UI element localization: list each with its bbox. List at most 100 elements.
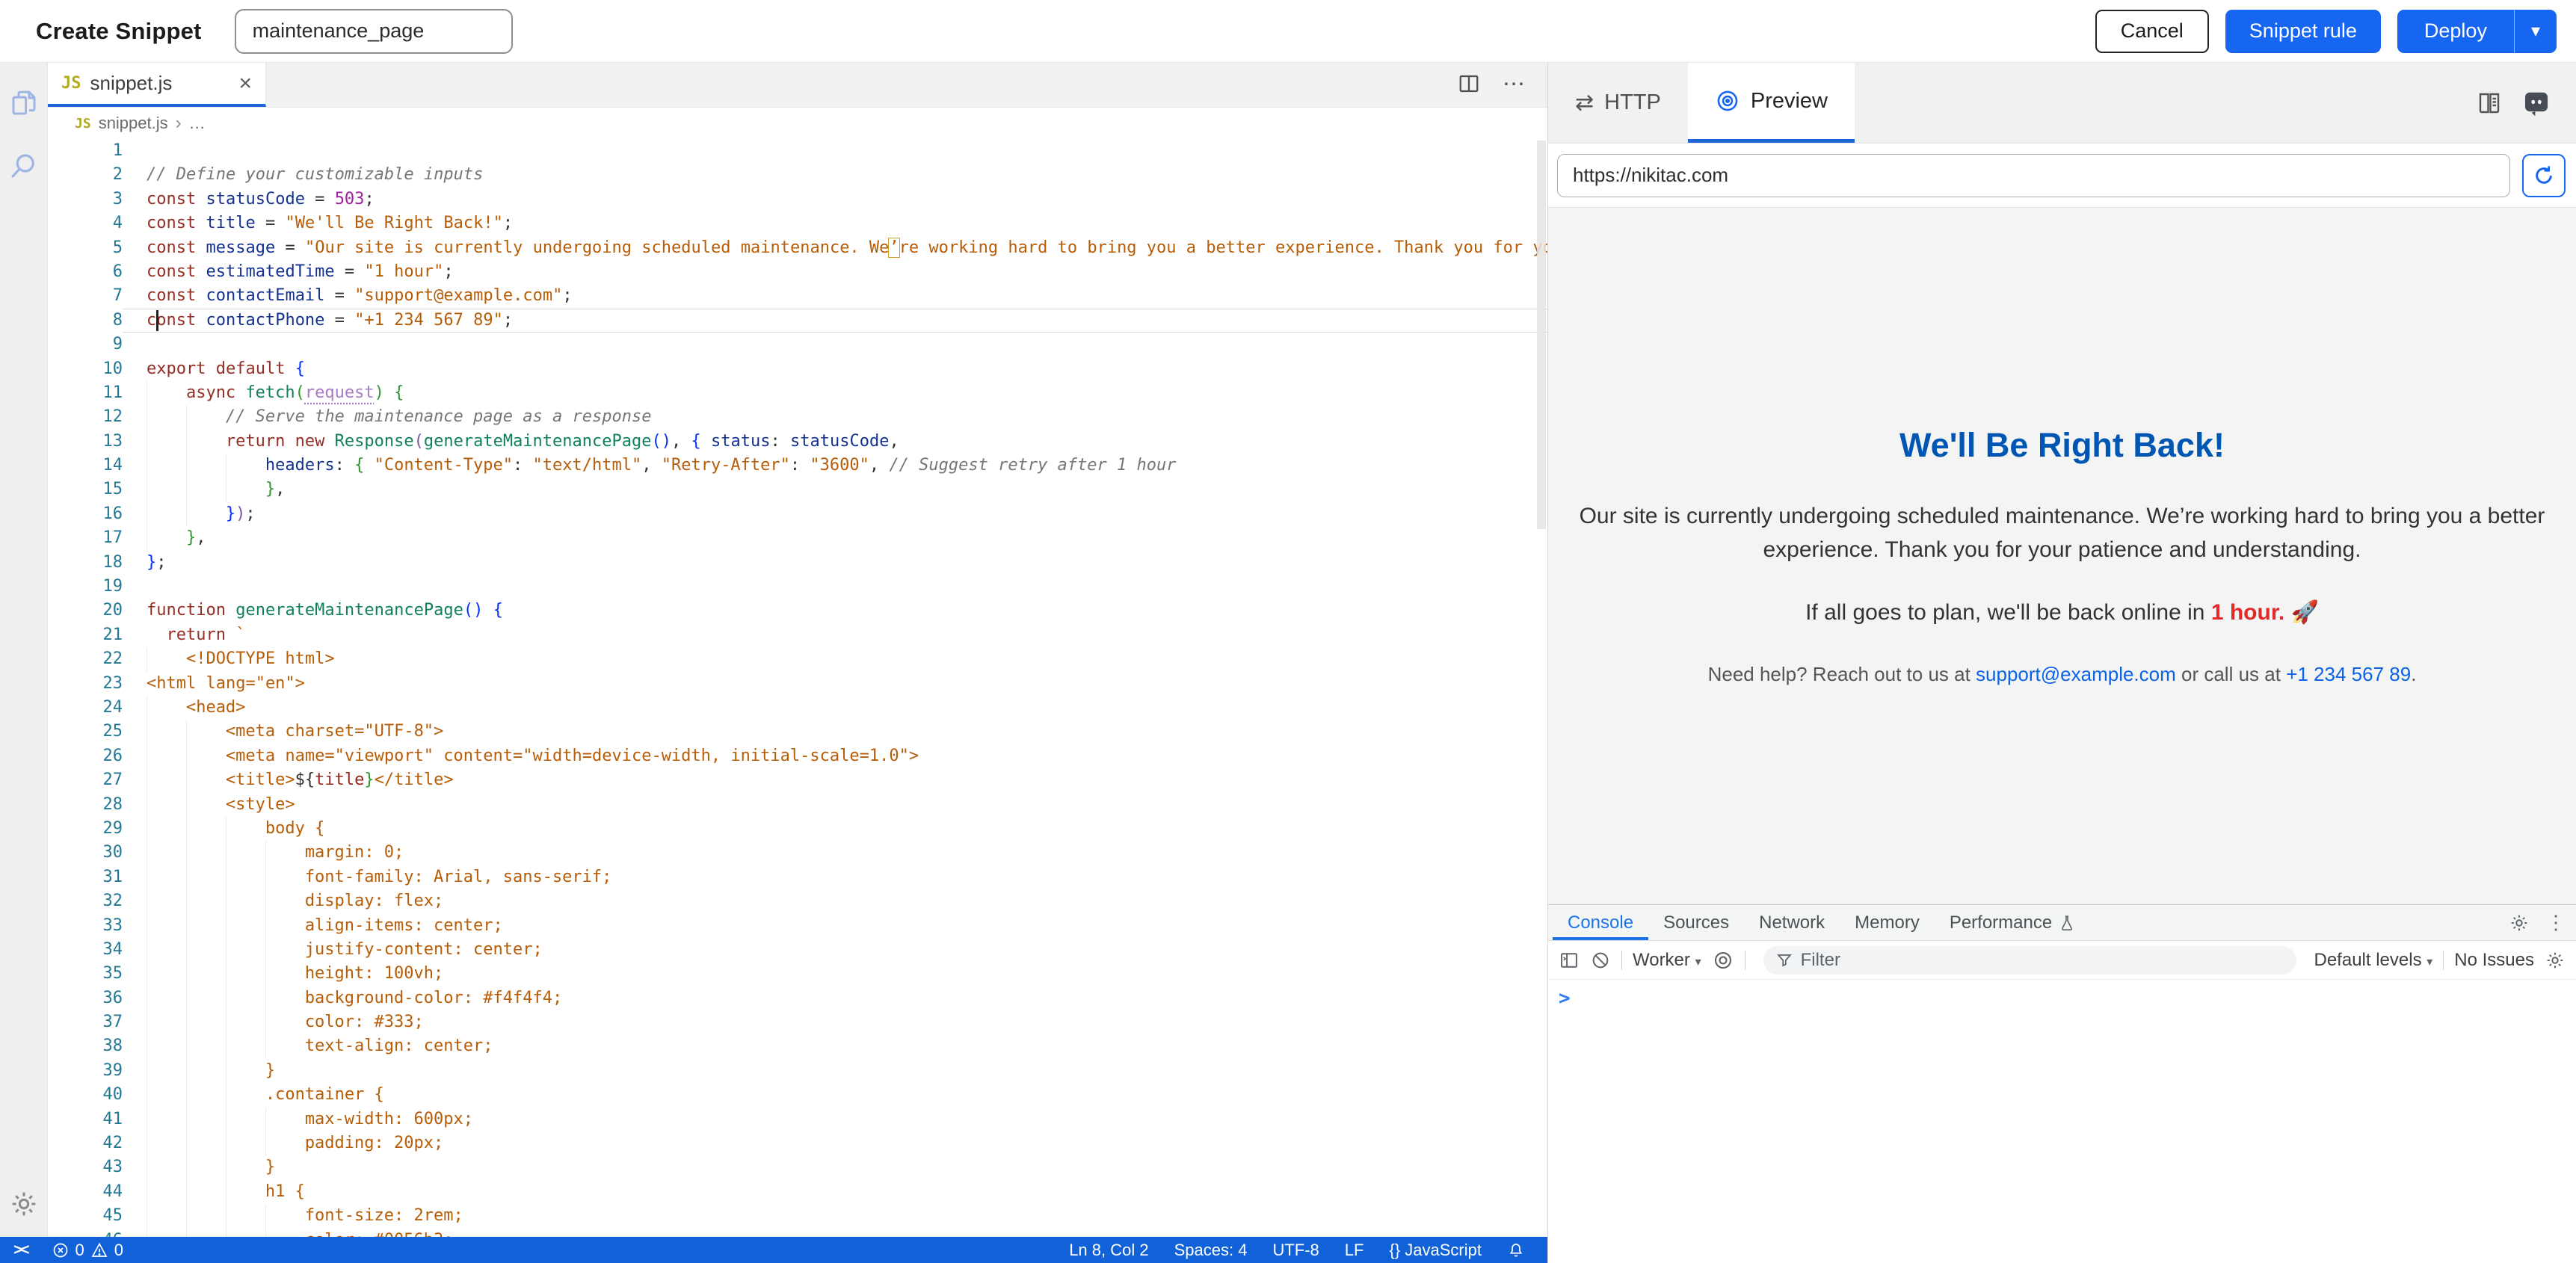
code-line[interactable]: 11async fetch(request) {: [48, 381, 1547, 405]
console-prompt-chevron[interactable]: >: [1559, 987, 1571, 1010]
code-line[interactable]: 39}: [48, 1059, 1547, 1083]
code-line[interactable]: 26<meta name="viewport" content="width=d…: [48, 744, 1547, 768]
breadcrumb-more[interactable]: …: [189, 114, 206, 133]
language-mode[interactable]: {} JavaScript: [1389, 1241, 1482, 1260]
files-icon[interactable]: [0, 79, 48, 127]
docs-book-icon[interactable]: [2476, 90, 2503, 117]
refresh-button[interactable]: [2522, 154, 2566, 197]
code-line[interactable]: 27<title>${title}</title>: [48, 768, 1547, 792]
search-icon[interactable]: [0, 142, 48, 190]
snippet-rule-button[interactable]: Snippet rule: [2225, 10, 2381, 53]
console-output[interactable]: >: [1548, 980, 2576, 1263]
code-line[interactable]: 38text-align: center;: [48, 1034, 1547, 1058]
code-line[interactable]: 41max-width: 600px;: [48, 1108, 1547, 1131]
code-line[interactable]: 35height: 100vh;: [48, 962, 1547, 986]
support-phone-link[interactable]: +1 234 567 89: [2286, 663, 2411, 685]
code-line[interactable]: 14headers: { "Content-Type": "text/html"…: [48, 454, 1547, 478]
code-line[interactable]: 24<head>: [48, 696, 1547, 720]
code-line[interactable]: 22<!DOCTYPE html>: [48, 647, 1547, 671]
breadcrumb[interactable]: JS snippet.js › …: [48, 108, 1547, 139]
devtools-tab-memory[interactable]: Memory: [1840, 905, 1935, 940]
code-line[interactable]: 23<html lang="en">: [48, 672, 1547, 696]
code-line[interactable]: 12// Serve the maintenance page as a res…: [48, 405, 1547, 429]
code-line[interactable]: 31font-family: Arial, sans-serif;: [48, 865, 1547, 889]
code-line[interactable]: 34justify-content: center;: [48, 938, 1547, 962]
code-line[interactable]: 7const contactEmail = "support@example.c…: [48, 284, 1547, 308]
code-line[interactable]: 4const title = "We'll Be Right Back!";: [48, 211, 1547, 235]
encoding-setting[interactable]: UTF-8: [1272, 1241, 1319, 1260]
remote-indicator-icon[interactable]: ><: [7, 1241, 34, 1259]
code-line[interactable]: 15},: [48, 478, 1547, 501]
snippet-name-input[interactable]: [235, 9, 513, 54]
deploy-caret-icon[interactable]: ▾: [2515, 10, 2557, 53]
code-line[interactable]: 33align-items: center;: [48, 914, 1547, 938]
close-tab-icon[interactable]: ×: [238, 72, 252, 95]
tab-snippet-js[interactable]: JS snippet.js ×: [48, 63, 266, 107]
code-line[interactable]: 43}: [48, 1155, 1547, 1179]
console-sidebar-toggle-icon[interactable]: [1559, 950, 1580, 971]
more-actions-icon[interactable]: ⋯: [1503, 71, 1525, 97]
live-expression-eye-icon[interactable]: [1712, 949, 1734, 972]
devtools-tab-performance[interactable]: Performance: [1935, 905, 2091, 940]
code-line[interactable]: 17},: [48, 526, 1547, 550]
filter-input[interactable]: [1801, 950, 2284, 971]
eol-setting[interactable]: LF: [1345, 1241, 1364, 1260]
code-line[interactable]: 16});: [48, 502, 1547, 526]
code-line[interactable]: 5const message = "Our site is currently …: [48, 236, 1547, 260]
devtools-tab-sources[interactable]: Sources: [1648, 905, 1744, 940]
code-line[interactable]: 13return new Response(generateMaintenanc…: [48, 430, 1547, 454]
code-line[interactable]: 19: [48, 575, 1547, 599]
deploy-button[interactable]: Deploy: [2397, 10, 2515, 53]
code-line[interactable]: 37color: #333;: [48, 1010, 1547, 1034]
code-line[interactable]: 45font-size: 2rem;: [48, 1204, 1547, 1228]
code-line[interactable]: 9: [48, 333, 1547, 356]
worker-context-dropdown[interactable]: Worker ▾: [1633, 950, 1701, 971]
code-line[interactable]: 25<meta charset="UTF-8">: [48, 720, 1547, 744]
clear-console-icon[interactable]: [1590, 950, 1611, 971]
code-line[interactable]: 30margin: 0;: [48, 841, 1547, 865]
console-settings-gear-icon[interactable]: [2545, 950, 2566, 971]
support-email-link[interactable]: support@example.com: [1976, 663, 2176, 685]
devtools-settings-gear-icon[interactable]: [2509, 912, 2530, 933]
tab-http[interactable]: ⇄ HTTP: [1548, 63, 1688, 143]
problems-status[interactable]: 0 0: [52, 1241, 124, 1260]
code-line[interactable]: 40.container {: [48, 1083, 1547, 1107]
console-filter[interactable]: [1763, 946, 2296, 975]
devtools-tab-console[interactable]: Console: [1553, 905, 1648, 940]
code-line[interactable]: 29body {: [48, 817, 1547, 841]
code-line[interactable]: 1: [48, 139, 1547, 163]
log-levels-dropdown[interactable]: Default levels ▾: [2314, 950, 2433, 971]
code-line[interactable]: 18};: [48, 551, 1547, 575]
line-content: export default {: [123, 357, 1547, 381]
code-line[interactable]: 8const contactPhone = "+1 234 567 89";: [48, 309, 1547, 333]
code-line[interactable]: 46color: #0056b3;: [48, 1229, 1547, 1237]
devtools-kebab-menu-icon[interactable]: ⋮: [2546, 911, 2566, 934]
discord-chat-icon[interactable]: [2522, 89, 2551, 117]
notifications-bell-icon[interactable]: [1507, 1241, 1525, 1259]
code-line[interactable]: 2// Define your customizable inputs: [48, 163, 1547, 187]
code-line[interactable]: 32display: flex;: [48, 889, 1547, 913]
split-editor-icon[interactable]: [1458, 72, 1480, 95]
code-line[interactable]: 20function generateMaintenancePage() {: [48, 599, 1547, 623]
url-input[interactable]: [1557, 154, 2510, 197]
code-line[interactable]: 6const estimatedTime = "1 hour";: [48, 260, 1547, 284]
code-line[interactable]: 28<style>: [48, 793, 1547, 817]
line-content: [123, 575, 1547, 599]
editor-scrollbar[interactable]: [1537, 140, 1546, 529]
issues-counter[interactable]: No Issues: [2454, 950, 2534, 971]
code-line[interactable]: 42padding: 20px;: [48, 1131, 1547, 1155]
code-line[interactable]: 44h1 {: [48, 1180, 1547, 1204]
code-line[interactable]: 10export default {: [48, 357, 1547, 381]
breadcrumb-file[interactable]: snippet.js: [99, 114, 168, 133]
indentation-setting[interactable]: Spaces: 4: [1174, 1241, 1248, 1260]
devtools-tab-network[interactable]: Network: [1744, 905, 1840, 940]
code-line[interactable]: 21 return `: [48, 623, 1547, 647]
cursor-position[interactable]: Ln 8, Col 2: [1069, 1241, 1148, 1260]
code-line[interactable]: 3const statusCode = 503;: [48, 188, 1547, 211]
code-editor[interactable]: 12// Define your customizable inputs3con…: [48, 139, 1547, 1237]
cancel-button[interactable]: Cancel: [2095, 10, 2209, 53]
settings-gear-icon[interactable]: [0, 1180, 48, 1228]
deploy-split-button[interactable]: Deploy ▾: [2397, 10, 2557, 53]
code-line[interactable]: 36background-color: #f4f4f4;: [48, 986, 1547, 1010]
tab-preview[interactable]: Preview: [1688, 63, 1855, 143]
